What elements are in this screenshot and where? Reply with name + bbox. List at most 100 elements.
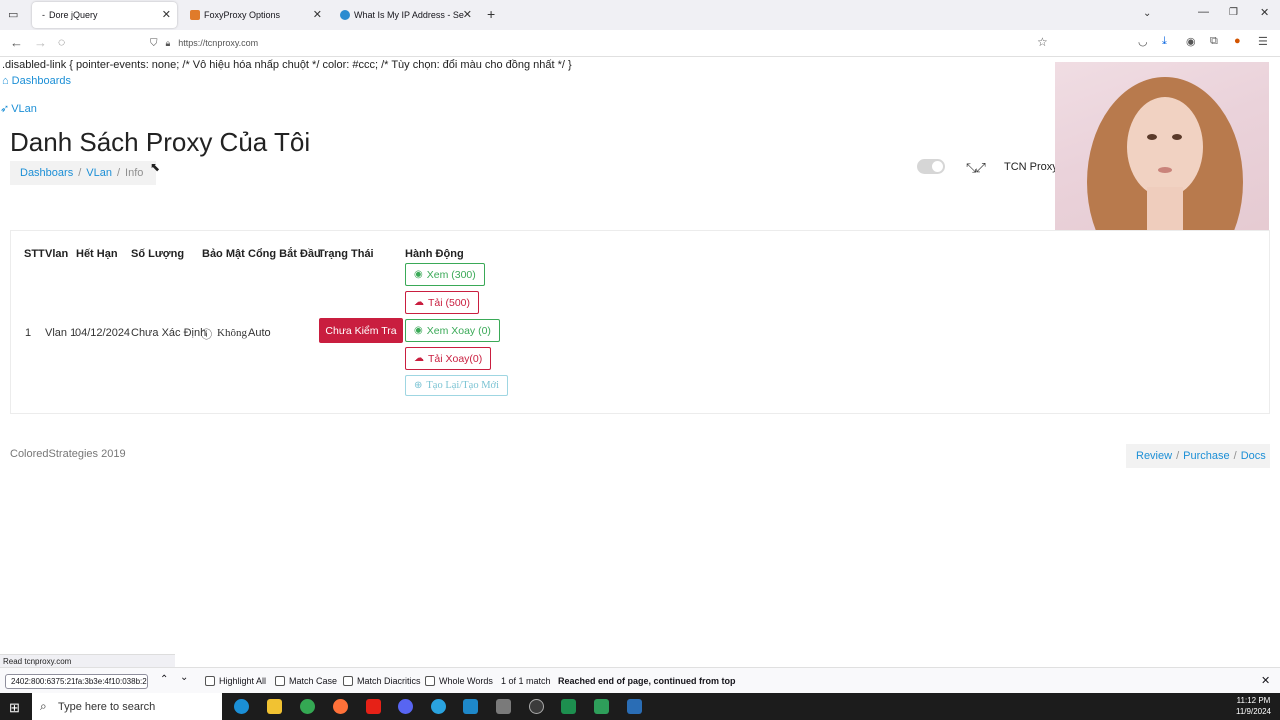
view-button[interactable]: ◉ Xem (300)	[405, 263, 485, 286]
checkbox-box[interactable]	[275, 676, 285, 686]
breadcrumb-info: Info	[125, 167, 144, 179]
account-icon[interactable]: ◉	[1186, 35, 1196, 48]
tab-dore-jquery[interactable]: - Dore jQuery ✕	[32, 2, 177, 28]
find-bar: 2402:800:6375:21fa:3b3e:4f10:038b:2b3 ⌃ …	[0, 667, 1280, 693]
sidebar-item-dashboards[interactable]: ⌂ Dashboards	[2, 75, 71, 87]
download-rotate-button[interactable]: ☁ Tải Xoay(0)	[405, 347, 492, 370]
footer-link-review[interactable]: Review	[1136, 450, 1172, 462]
cell-expiry: 04/12/2024	[75, 327, 131, 339]
regenerate-button[interactable]: ⊕ Tạo Lại/Tạo Mới	[405, 375, 509, 396]
fullscreen-icon[interactable]: ⤡⤢	[966, 160, 986, 176]
checkbox-box[interactable]	[205, 676, 215, 686]
match-case-checkbox[interactable]: Match Case	[275, 676, 337, 686]
find-previous-icon[interactable]: ⌃	[160, 674, 168, 685]
footer-separator: /	[1233, 450, 1237, 462]
taskbar: ⊞ ⌕ Type here to search 11:12 PM 11/9/20…	[0, 693, 1280, 720]
tab-foxyproxy[interactable]: FoxyProxy Options ✕	[180, 2, 328, 28]
info-icon[interactable]: ⓘ	[201, 326, 212, 342]
calculator-icon[interactable]	[496, 699, 511, 714]
find-input[interactable]: 2402:800:6375:21fa:3b3e:4f10:038b:2b3	[5, 674, 148, 689]
shield-icon[interactable]: ⛉	[150, 38, 158, 49]
breadcrumb-dashboards[interactable]: Dashboars	[20, 167, 73, 179]
view-rotate-button[interactable]: ◉ Xem Xoay (0)	[405, 319, 500, 342]
window-close-icon[interactable]: ✕	[1260, 6, 1269, 19]
restore-icon[interactable]: ❐	[1229, 7, 1238, 18]
close-icon[interactable]: ✕	[463, 8, 472, 21]
footer-link-purchase[interactable]: Purchase	[1183, 450, 1229, 462]
download-button[interactable]: ☁ Tải (500)	[405, 291, 480, 314]
proxy-table-card: STT Vlan Hết Hạn Số Lượng Bảo Mật Cổng B…	[10, 230, 1270, 414]
remote-desktop-icon[interactable]	[627, 699, 642, 714]
tab-dash-icon: -	[42, 10, 45, 20]
whole-words-checkbox[interactable]: Whole Words	[425, 676, 493, 686]
tab-whatismyip[interactable]: What Is My IP Address - See Yo ✕	[330, 2, 478, 28]
foxyproxy-extension-icon[interactable]: ●	[1234, 35, 1241, 47]
cell-vlan: Vlan 1	[45, 327, 77, 339]
app-icon[interactable]	[529, 699, 544, 714]
download-button-label: Tải (500)	[428, 296, 471, 309]
bookmark-star-icon[interactable]: ☆	[1037, 35, 1048, 49]
discord-icon[interactable]	[398, 699, 413, 714]
tab-label: What Is My IP Address - See Yo	[354, 10, 464, 20]
chevron-down-icon[interactable]: ⌄	[1143, 8, 1151, 19]
file-explorer-icon[interactable]	[267, 699, 282, 714]
nav-bar: ← → ◌ ⛉ 🔒︎ https://tcnproxy.com ☆ ◡ ⤓ ◉ …	[0, 30, 1280, 57]
sidebar-item-vlan[interactable]: ➶ VLan	[0, 102, 37, 115]
footer-link-docs[interactable]: Docs	[1241, 450, 1266, 462]
close-icon[interactable]: ✕	[162, 8, 171, 21]
footer-links: Review / Purchase / Docs	[1126, 444, 1270, 468]
taskbar-search[interactable]: ⌕ Type here to search	[32, 693, 222, 720]
globe-icon	[340, 10, 350, 20]
url-text[interactable]: https://tcnproxy.com	[178, 38, 258, 48]
column-header-security: Bảo Mật	[202, 248, 245, 260]
app-icon[interactable]	[594, 699, 609, 714]
breadcrumb-vlan[interactable]: VLan	[86, 167, 112, 179]
telegram-icon[interactable]	[431, 699, 446, 714]
forward-icon[interactable]: →	[34, 35, 47, 50]
mouse-cursor: ⬉	[150, 160, 161, 174]
back-icon[interactable]: ←	[10, 35, 23, 50]
close-icon[interactable]: ✕	[313, 8, 322, 21]
foxyproxy-icon	[190, 10, 200, 20]
plus-circle-icon: ⊕	[414, 380, 423, 391]
pocket-icon[interactable]: ◡	[1138, 35, 1148, 48]
close-find-icon[interactable]: ✕	[1261, 674, 1270, 687]
menu-icon[interactable]: ☰	[1258, 35, 1268, 48]
youtube-icon[interactable]	[366, 699, 381, 714]
sidebar-item-label: VLan	[11, 103, 37, 115]
new-tab-icon[interactable]: +	[487, 6, 495, 22]
breadcrumb-separator: /	[78, 167, 82, 179]
download-icon[interactable]: ⤓	[1162, 35, 1167, 48]
checkbox-box[interactable]	[425, 676, 435, 686]
app-icon[interactable]	[463, 699, 478, 714]
excel-icon[interactable]	[561, 699, 576, 714]
minimize-icon[interactable]: —	[1198, 6, 1209, 18]
chrome-icon[interactable]	[300, 699, 315, 714]
breadcrumb-separator: /	[116, 167, 121, 179]
url-bar[interactable]: ⛉ 🔒︎ https://tcnproxy.com	[150, 32, 1060, 54]
taskbar-search-placeholder: Type here to search	[58, 700, 156, 713]
tab-list-icon[interactable]: ▭	[8, 8, 18, 21]
highlight-all-checkbox[interactable]: Highlight All	[205, 676, 266, 686]
windows-start-icon[interactable]: ⊞	[9, 700, 20, 716]
footer-separator: /	[1176, 450, 1180, 462]
column-header-vlan: Vlan	[45, 248, 69, 260]
checkbox-box[interactable]	[343, 676, 353, 686]
extensions-icon[interactable]: ⧉	[1210, 35, 1218, 48]
checkbox-label: Match Diacritics	[357, 676, 421, 686]
eye-icon: ◉	[414, 325, 423, 336]
theme-toggle[interactable]	[917, 159, 945, 174]
cell-stt: 1	[25, 327, 32, 339]
status-badge[interactable]: Chưa Kiểm Tra	[319, 318, 403, 343]
loading-icon[interactable]: ◌	[58, 35, 65, 49]
firefox-icon[interactable]	[333, 699, 348, 714]
dashboard-icon: ⌂	[2, 75, 9, 87]
match-diacritics-checkbox[interactable]: Match Diacritics	[343, 676, 421, 686]
user-name[interactable]: TCN Proxy	[1004, 161, 1058, 173]
edge-icon[interactable]	[234, 699, 249, 714]
css-debug-text: .disabled-link { pointer-events: none; /…	[2, 59, 572, 71]
column-header-actions: Hành Động	[405, 248, 464, 260]
taskbar-clock[interactable]: 11:12 PM 11/9/2024	[1236, 695, 1271, 717]
lock-icon[interactable]: 🔒︎	[166, 38, 171, 49]
find-next-icon[interactable]: ⌄	[180, 672, 188, 683]
